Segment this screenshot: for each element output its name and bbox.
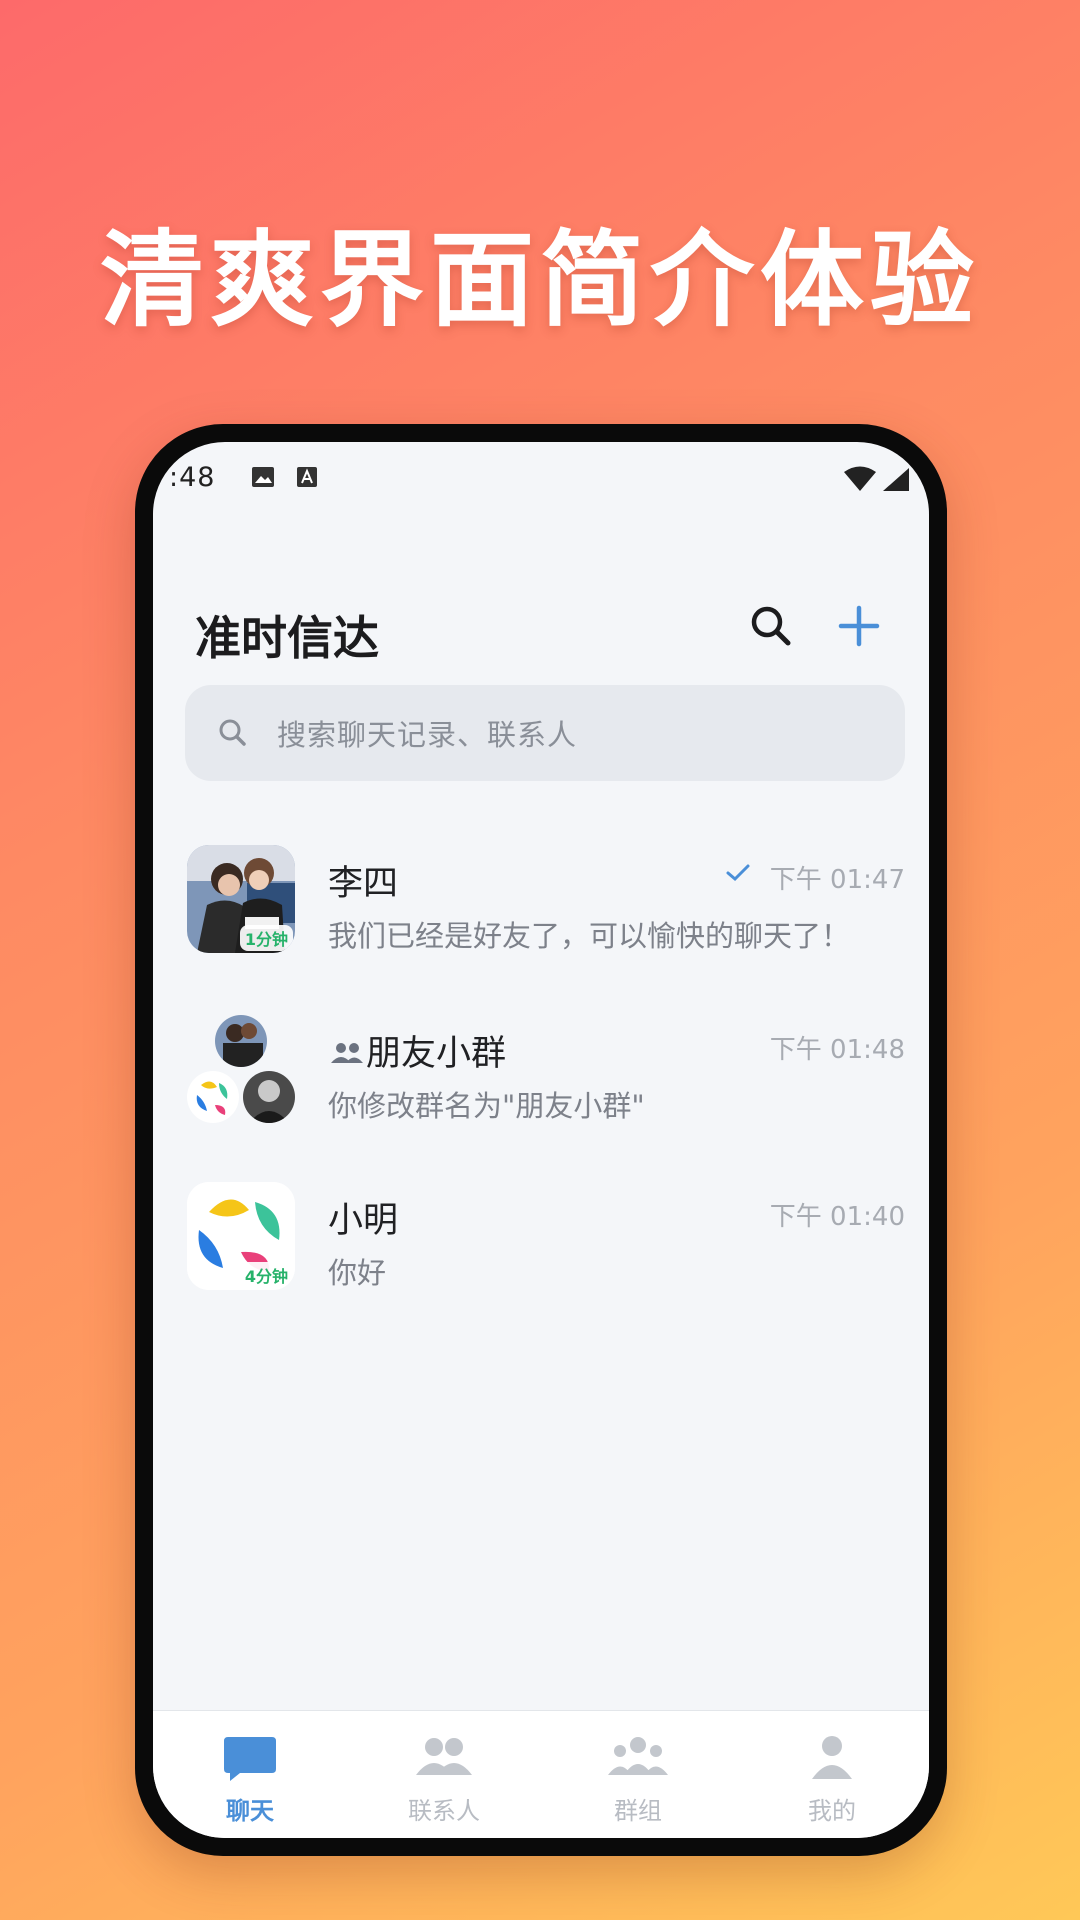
nav-tab-chat[interactable]: 聊天: [153, 1711, 347, 1838]
plus-icon: [838, 605, 880, 647]
search-icon: [751, 606, 791, 646]
search-input[interactable]: 搜索聊天记录、联系人: [185, 685, 905, 781]
member-avatar: [187, 1071, 239, 1123]
nav-tab-contacts[interactable]: 联系人: [347, 1711, 541, 1838]
conversation-item-lisi[interactable]: 1分钟 李四 下午 01:47 我们已经是好友了，可以愉快的聊天了！: [153, 845, 929, 995]
nav-tab-groups[interactable]: 群组: [541, 1711, 735, 1838]
avatar: 1分钟: [187, 845, 295, 953]
nav-label: 联系人: [408, 1797, 480, 1825]
conversation-time: 下午 01:48: [769, 1035, 905, 1065]
conversation-item-xiaoming[interactable]: 4分钟 小明 下午 01:40 你好: [153, 1182, 929, 1332]
wifi-icon: [844, 466, 876, 491]
conversation-time: 下午 01:47: [769, 865, 905, 895]
chat-bubble-icon: [224, 1737, 276, 1781]
group-icon: [608, 1737, 668, 1775]
signal-icon: [883, 468, 909, 491]
nav-label: 我的: [808, 1797, 856, 1825]
search-icon: [219, 719, 246, 746]
header-search-button[interactable]: [735, 590, 807, 662]
image-icon: [252, 467, 274, 487]
nav-label: 聊天: [226, 1797, 274, 1825]
conversation-time: 下午 01:40: [769, 1202, 905, 1232]
conversation-message: 你好: [328, 1256, 387, 1290]
member-avatar: [243, 1071, 295, 1123]
phone-frame: :48 准时信达 搜索聊天记录、联系人 1分钟 李四 下午 01:47 我们已经…: [135, 424, 947, 1856]
member-avatar: [215, 1015, 267, 1067]
status-bar: :48: [153, 442, 929, 502]
nav-label: 群组: [614, 1797, 662, 1825]
contacts-icon: [416, 1738, 472, 1775]
header-add-button[interactable]: [823, 590, 895, 662]
bottom-nav: 聊天 联系人 群组 我的: [153, 1710, 929, 1838]
status-time: :48: [169, 462, 216, 493]
keyboard-a-icon: [297, 467, 317, 487]
time-badge: 1分钟: [239, 925, 293, 951]
conversation-message: 我们已经是好友了，可以愉快的聊天了！: [328, 919, 851, 953]
promo-headline: 清爽界面简介体验: [99, 219, 980, 341]
app-title: 准时信达: [195, 611, 379, 665]
conversation-name: 朋友小群: [366, 1034, 507, 1074]
group-avatar: [187, 1015, 295, 1123]
conversation-name: 小明: [328, 1201, 399, 1241]
search-placeholder: 搜索聊天记录、联系人: [277, 718, 578, 752]
conversation-message: 你修改群名为"朋友小群": [328, 1089, 645, 1123]
group-icon: [331, 1043, 363, 1063]
check-icon: [726, 864, 750, 882]
avatar: 4分钟: [187, 1182, 295, 1290]
conversation-item-group[interactable]: 朋友小群 下午 01:48 你修改群名为"朋友小群": [153, 1015, 929, 1165]
person-icon: [812, 1736, 852, 1779]
app-screen: :48 准时信达 搜索聊天记录、联系人 1分钟 李四 下午 01:47 我们已经…: [153, 442, 929, 1838]
conversation-name: 李四: [328, 864, 399, 904]
nav-tab-me[interactable]: 我的: [735, 1711, 929, 1838]
time-badge: 4分钟: [239, 1262, 293, 1288]
